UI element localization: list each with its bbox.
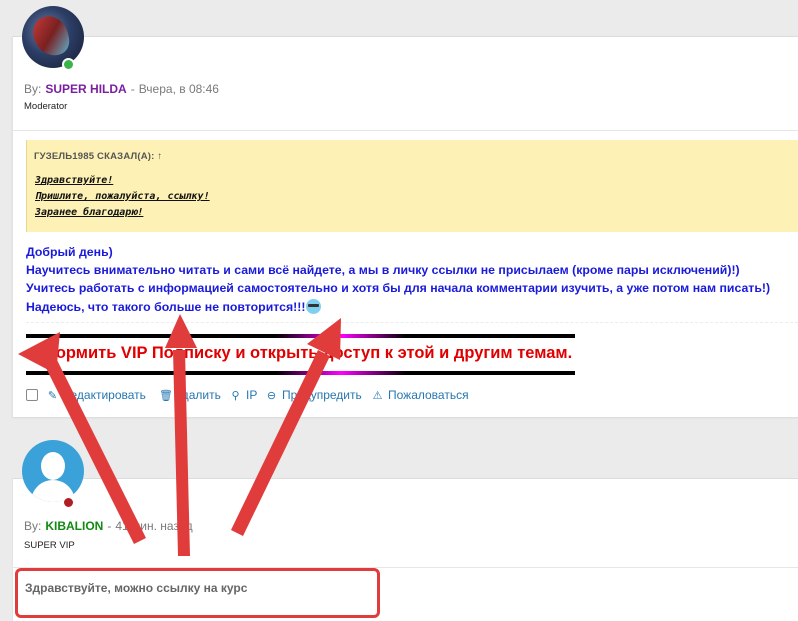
report-triangle-icon: ⚠ [372, 390, 383, 402]
post-time[interactable]: 41 мин. назад [115, 519, 192, 533]
reply-text-line-last: Надеюсь, что такого больше не повторится… [26, 299, 322, 314]
cool-emoji-icon [306, 299, 322, 314]
warn-label: Предупредить [282, 388, 362, 402]
byline-separator: - [107, 519, 112, 533]
trash-icon: 🗑 [159, 390, 173, 402]
warn-circle-icon: ⊖ [266, 390, 277, 402]
vip-glow [276, 334, 406, 338]
quote-header[interactable]: ГУЗЕЛЬ1985 СКАЗАЛ(А): ↑ [34, 151, 162, 162]
author-role: Moderator [24, 101, 68, 112]
post-message: Здравствуйте, можно ссылку на курс [25, 581, 248, 595]
edit-button[interactable]: ✎ Редактировать [47, 388, 146, 402]
post-time[interactable]: Вчера, в 08:46 [139, 82, 219, 96]
edit-icon: ✎ [47, 390, 58, 402]
default-avatar-head [41, 452, 65, 480]
avatar[interactable] [22, 6, 84, 68]
reply-text-line: Научитесь внимательно читать и сами всё … [26, 263, 740, 277]
ip-label: IP [246, 388, 258, 402]
online-status-dot [62, 58, 75, 71]
reply-text-line: Учитесь работать с информацией самостоят… [26, 281, 771, 295]
signature-divider [26, 322, 798, 323]
warn-button[interactable]: ⊖ Предупредить [266, 388, 362, 402]
quote-block: ГУЗЕЛЬ1985 СКАЗАЛ(А): ↑ Здравствуйте! Пр… [26, 140, 798, 232]
quote-line: Здравствуйте! [35, 175, 114, 186]
vip-glow [276, 371, 406, 375]
edit-label: Редактировать [63, 388, 146, 402]
vip-banner-bar-top [26, 334, 575, 338]
byline-separator: - [130, 82, 135, 96]
delete-button[interactable]: 🗑 Удалить [159, 388, 221, 402]
author-role: SUPER VIP [24, 540, 75, 551]
by-label: By: [24, 519, 42, 533]
select-post-checkbox[interactable] [26, 389, 38, 401]
quote-line: Заранее благодарю! [35, 207, 144, 218]
reply-text: Надеюсь, что такого больше не повторится… [26, 300, 306, 314]
offline-status-dot [62, 496, 75, 509]
avatar[interactable] [22, 440, 84, 502]
vip-banner-bar-bottom [26, 371, 575, 375]
by-label: By: [24, 82, 42, 96]
report-button[interactable]: ⚠ Пожаловаться [372, 388, 469, 402]
author-name[interactable]: SUPER HILDA [45, 82, 126, 96]
user-ip-icon: ⚲ [231, 390, 240, 402]
author-name[interactable]: KIBALION [45, 519, 103, 533]
reply-text-line: Добрый день) [26, 245, 113, 259]
dragon-avatar-image [29, 12, 73, 60]
quote-line: Пришлите, пожалуйста, ссылку! [35, 191, 210, 202]
delete-label: Удалить [175, 388, 221, 402]
report-label: Пожаловаться [388, 388, 469, 402]
post-byline: By: SUPER HILDA - Вчера, в 08:46 [24, 82, 219, 96]
vip-banner-link[interactable]: Оформить VIP Подписку и открыть доступ к… [26, 344, 575, 363]
divider [12, 130, 798, 131]
post-byline: By: KIBALION -41 мин. назад [24, 519, 193, 533]
ip-button[interactable]: ⚲ IP [230, 388, 257, 402]
